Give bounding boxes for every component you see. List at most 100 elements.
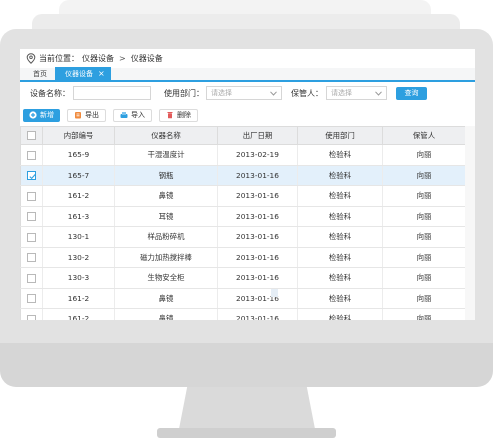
- cell-name: 生物安全柜: [114, 267, 218, 289]
- cell-name: 鼻镜: [114, 308, 218, 320]
- cell-dept: 检验科: [297, 308, 383, 320]
- cell-name: 磁力加热搅拌棒: [114, 247, 218, 268]
- monitor-chin: [0, 343, 493, 387]
- cell-date: 2013-01-16: [217, 267, 298, 289]
- cell-dept: 检验科: [297, 247, 383, 268]
- cell-date: 2013-01-16: [217, 308, 298, 320]
- cell-date: 2013-01-16: [217, 165, 298, 186]
- vertical-scrollbar[interactable]: [465, 126, 475, 320]
- table-row[interactable]: 130-2 磁力加热搅拌棒 2013-01-16 检验科 向丽: [20, 247, 466, 268]
- select-all-checkbox[interactable]: [27, 131, 36, 141]
- column-header-dept[interactable]: 使用部门: [297, 126, 383, 145]
- row-checkbox[interactable]: [27, 314, 36, 320]
- cell-name: 耳镜: [114, 206, 218, 227]
- cell-code: 130-2: [42, 247, 115, 268]
- row-checkbox[interactable]: [27, 191, 36, 201]
- breadcrumb-separator: >: [119, 54, 126, 63]
- table-header-row: 内部编号 仪器名称 出厂日期 使用部门 保管人: [20, 126, 466, 145]
- import-button-label: 导入: [131, 111, 145, 119]
- import-button[interactable]: 导入: [113, 108, 152, 122]
- row-checkbox[interactable]: [27, 253, 36, 262]
- breadcrumb-item[interactable]: 仪器设备: [82, 53, 114, 64]
- column-header-keeper[interactable]: 保管人: [382, 126, 466, 145]
- column-header-code[interactable]: 内部编号: [42, 126, 115, 145]
- select-all-header[interactable]: [20, 126, 43, 145]
- tab-instruments[interactable]: 仪器设备 ×: [55, 67, 111, 80]
- cell-code: 161-2: [42, 288, 115, 309]
- row-checkbox[interactable]: [27, 294, 36, 303]
- delete-button-label: 删除: [177, 111, 191, 119]
- breadcrumb-prefix: 当前位置：: [39, 54, 79, 63]
- column-header-date[interactable]: 出厂日期: [217, 126, 298, 145]
- cell-keeper: 向丽: [382, 226, 466, 248]
- column-header-name[interactable]: 仪器名称: [114, 126, 218, 145]
- cell-code: 165-9: [42, 144, 115, 166]
- toolbar: 新增 导出 导入 删除: [20, 106, 475, 124]
- scroll-marker: [271, 289, 278, 297]
- monitor-stand-base: [157, 428, 336, 438]
- cell-name: 干湿温度计: [114, 144, 218, 166]
- plus-circle-icon: [29, 111, 37, 119]
- monitor-stand-neck: [179, 387, 315, 429]
- data-table: 内部编号 仪器名称 出厂日期 使用部门 保管人 165-9 干湿温度计 2013…: [20, 126, 466, 320]
- table-row-selected[interactable]: 165-7 钢瓶 2013-01-16 检验科 向丽: [20, 165, 466, 186]
- cell-date: 2013-01-16: [217, 206, 298, 227]
- department-select[interactable]: 请选择: [206, 86, 282, 100]
- cell-dept: 检验科: [297, 144, 383, 166]
- cell-name: 钢瓶: [114, 165, 218, 186]
- cell-dept: 检验科: [297, 226, 383, 248]
- cell-keeper: 向丽: [382, 165, 466, 186]
- export-button[interactable]: 导出: [67, 108, 106, 122]
- cell-keeper: 向丽: [382, 308, 466, 320]
- data-table-wrapper: 内部编号 仪器名称 出厂日期 使用部门 保管人 165-9 干湿温度计 2013…: [20, 126, 475, 320]
- cell-keeper: 向丽: [382, 185, 466, 207]
- cell-dept: 检验科: [297, 267, 383, 289]
- table-row[interactable]: 130-3 生物安全柜 2013-01-16 检验科 向丽: [20, 267, 466, 289]
- tab-label: 首页: [33, 70, 47, 78]
- cell-name: 鼻镜: [114, 185, 218, 207]
- device-name-input[interactable]: [73, 86, 151, 100]
- row-checkbox[interactable]: [27, 212, 36, 221]
- table-row[interactable]: 161-2 鼻镜 2013-01-16 检验科 向丽: [20, 288, 466, 309]
- query-button[interactable]: 查询: [396, 86, 427, 100]
- location-pin-icon: [26, 53, 36, 64]
- cell-code: 161-2: [42, 308, 115, 320]
- cell-code: 165-7: [42, 165, 115, 186]
- table-row[interactable]: 165-9 干湿温度计 2013-02-19 检验科 向丽: [20, 144, 466, 166]
- cell-date: 2013-01-16: [217, 288, 298, 309]
- export-button-label: 导出: [85, 111, 99, 119]
- row-checkbox-checked[interactable]: [27, 171, 36, 180]
- tab-home[interactable]: 首页: [25, 68, 55, 80]
- row-checkbox[interactable]: [27, 273, 36, 283]
- cell-date: 2013-01-16: [217, 185, 298, 207]
- row-checkbox[interactable]: [27, 232, 36, 242]
- cell-name: 样品粉碎机: [114, 226, 218, 248]
- cell-date: 2013-01-16: [217, 226, 298, 248]
- filter-bar: 设备名称： 使用部门： 请选择 保管人： 请选择 查询: [20, 82, 475, 104]
- cell-keeper: 向丽: [382, 247, 466, 268]
- keeper-label: 保管人：: [291, 88, 323, 98]
- tab-bar: 首页 仪器设备 ×: [20, 67, 475, 82]
- delete-button[interactable]: 删除: [159, 108, 198, 122]
- cell-dept: 检验科: [297, 165, 383, 186]
- device-name-label: 设备名称：: [30, 88, 70, 98]
- chevron-down-icon: [375, 90, 382, 96]
- table-row[interactable]: 161-2 鼻镜 2013-01-16 检验科 向丽: [20, 308, 466, 320]
- department-label: 使用部门：: [164, 88, 204, 98]
- keeper-select-placeholder: 请选择: [331, 89, 352, 97]
- table-row[interactable]: 161-2 鼻镜 2013-01-16 检验科 向丽: [20, 185, 466, 207]
- cell-dept: 检验科: [297, 206, 383, 227]
- import-icon: [120, 111, 128, 119]
- row-checkbox[interactable]: [27, 150, 36, 160]
- cell-keeper: 向丽: [382, 267, 466, 289]
- table-row[interactable]: 130-1 样品粉碎机 2013-01-16 检验科 向丽: [20, 226, 466, 248]
- app-screen: 当前位置： 仪器设备 > 仪器设备 首页 仪器设备 × 设备名称： 使用部门： …: [20, 49, 475, 320]
- tab-label: 仪器设备: [65, 69, 93, 78]
- cell-date: 2013-02-19: [217, 144, 298, 166]
- table-row[interactable]: 161-3 耳镜 2013-01-16 检验科 向丽: [20, 206, 466, 227]
- trash-icon: [166, 111, 174, 119]
- keeper-select[interactable]: 请选择: [326, 86, 387, 100]
- cell-dept: 检验科: [297, 185, 383, 207]
- close-icon[interactable]: ×: [98, 69, 105, 78]
- add-button[interactable]: 新增: [23, 108, 60, 122]
